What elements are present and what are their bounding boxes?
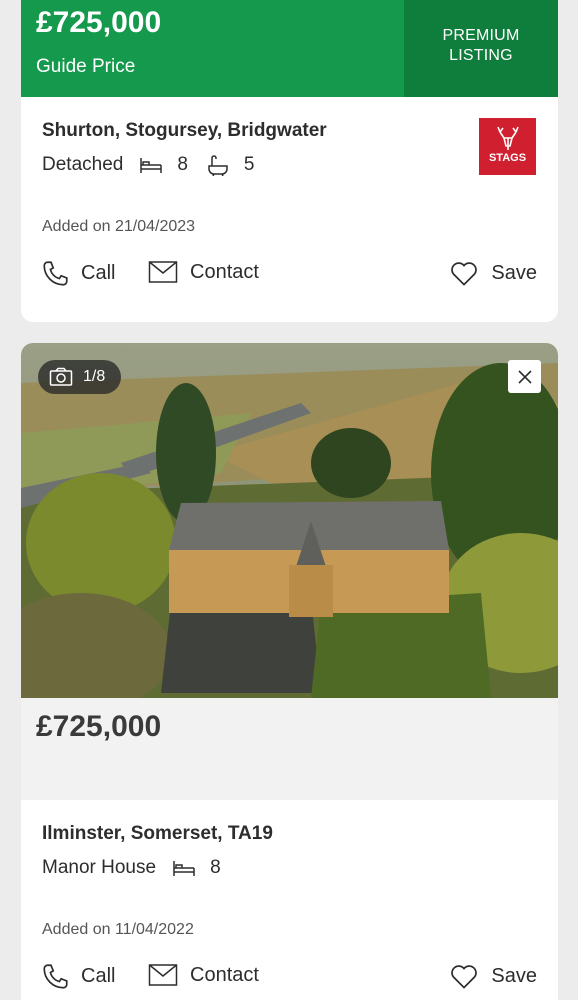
close-icon xyxy=(517,369,532,384)
price-band: £725,000 xyxy=(21,698,558,800)
save-button[interactable]: Save xyxy=(449,260,537,287)
bathroom-count: 5 xyxy=(243,154,255,175)
premium-badge-text: PREMIUM LISTING xyxy=(442,27,520,64)
added-date: Added on 11/04/2022 xyxy=(42,921,194,938)
listing-features: Detached 8 5 xyxy=(42,154,273,176)
bedroom-count: 8 xyxy=(210,857,221,878)
save-button[interactable]: Save xyxy=(449,963,537,990)
call-button[interactable]: Call xyxy=(42,260,115,287)
agent-logo-text: STAGS xyxy=(488,152,527,164)
phone-icon xyxy=(43,964,68,989)
envelope-icon xyxy=(148,261,178,283)
heart-icon xyxy=(451,965,478,989)
price-qualifier: Guide Price xyxy=(36,56,136,77)
call-button[interactable]: Call xyxy=(42,963,115,990)
bed-icon xyxy=(140,158,163,173)
listing-actions: Call Contact Save xyxy=(42,963,537,997)
save-label: Save xyxy=(491,965,537,987)
call-label: Call xyxy=(81,262,116,284)
photo-counter[interactable]: 1/8 xyxy=(38,360,121,394)
listing-address[interactable]: Ilminster, Somerset, TA19 xyxy=(42,823,273,845)
envelope-icon xyxy=(148,964,178,986)
phone-icon xyxy=(43,261,68,286)
bed-icon xyxy=(173,861,195,876)
stag-icon xyxy=(496,126,519,150)
contact-label: Contact xyxy=(190,260,259,283)
call-label: Call xyxy=(81,965,116,987)
listing-card-1[interactable]: £725,000 Guide Price PREMIUM LISTING Shu… xyxy=(21,0,558,322)
contact-button[interactable]: Contact xyxy=(148,963,259,987)
contact-button[interactable]: Contact xyxy=(148,260,259,284)
bath-icon xyxy=(208,155,228,176)
heart-icon xyxy=(451,262,478,286)
listing-price: £725,000 xyxy=(36,6,162,39)
close-button[interactable] xyxy=(508,360,541,393)
property-type: Manor House xyxy=(42,857,157,878)
listing-card-2[interactable]: 1/8 £725,000 Ilminster, Somerset, TA19 M… xyxy=(21,343,558,1000)
added-date: Added on 21/04/2023 xyxy=(42,218,196,235)
photo-counter-label: 1/8 xyxy=(83,368,106,385)
premium-listing-badge: PREMIUM LISTING xyxy=(404,0,558,97)
property-type: Detached xyxy=(42,154,124,175)
premium-price-banner: £725,000 Guide Price PREMIUM LISTING xyxy=(21,0,558,97)
contact-label: Contact xyxy=(190,963,259,986)
camera-icon xyxy=(49,367,73,386)
listing-price: £725,000 xyxy=(36,710,162,743)
listing-address[interactable]: Shurton, Stogursey, Bridgwater xyxy=(42,120,327,142)
bedroom-count: 8 xyxy=(177,154,188,175)
agent-logo[interactable]: STAGS xyxy=(479,118,536,175)
save-label: Save xyxy=(491,262,537,284)
listing-actions: Call Contact Save xyxy=(42,260,537,294)
listing-features: Manor House 8 xyxy=(42,857,239,879)
property-photo[interactable] xyxy=(21,343,558,698)
